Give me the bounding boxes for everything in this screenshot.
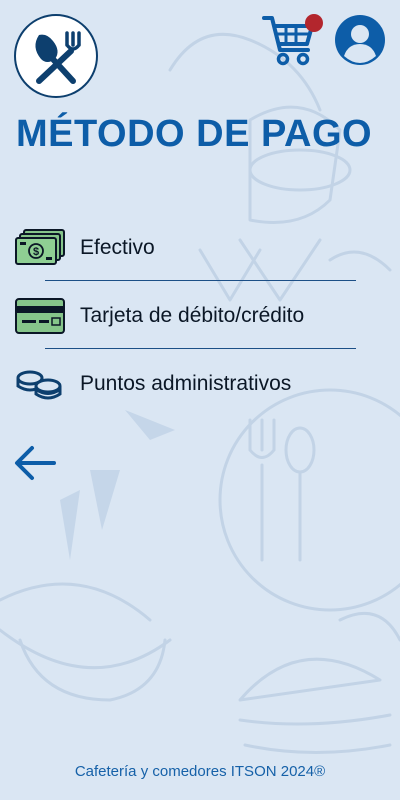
payment-option-card[interactable]: Tarjeta de débito/crédito: [14, 288, 386, 344]
coins-icon: [14, 364, 66, 404]
user-avatar-icon: [335, 15, 385, 65]
divider: [45, 348, 356, 349]
app-logo[interactable]: [14, 14, 98, 98]
back-button[interactable]: [12, 442, 58, 484]
payment-option-points[interactable]: Puntos administrativos: [14, 356, 386, 412]
profile-button[interactable]: [334, 14, 386, 66]
cash-icon: $: [14, 228, 66, 268]
payment-option-label: Puntos administrativos: [80, 372, 292, 395]
divider: [45, 280, 356, 281]
payment-option-label: Efectivo: [80, 236, 155, 259]
payment-option-cash[interactable]: $ Efectivo: [14, 220, 386, 276]
cart-button[interactable]: [262, 14, 324, 68]
page-title: MÉTODO DE PAGO: [16, 113, 373, 155]
utensils-icon: [35, 31, 81, 84]
credit-card-icon: [14, 296, 66, 336]
cart-notification-badge: [305, 14, 323, 32]
svg-text:$: $: [33, 246, 39, 258]
footer-text: Cafetería y comedores ITSON 2024®: [74, 763, 326, 780]
arrow-left-icon: [15, 446, 56, 480]
payment-option-label: Tarjeta de débito/crédito: [80, 304, 305, 327]
